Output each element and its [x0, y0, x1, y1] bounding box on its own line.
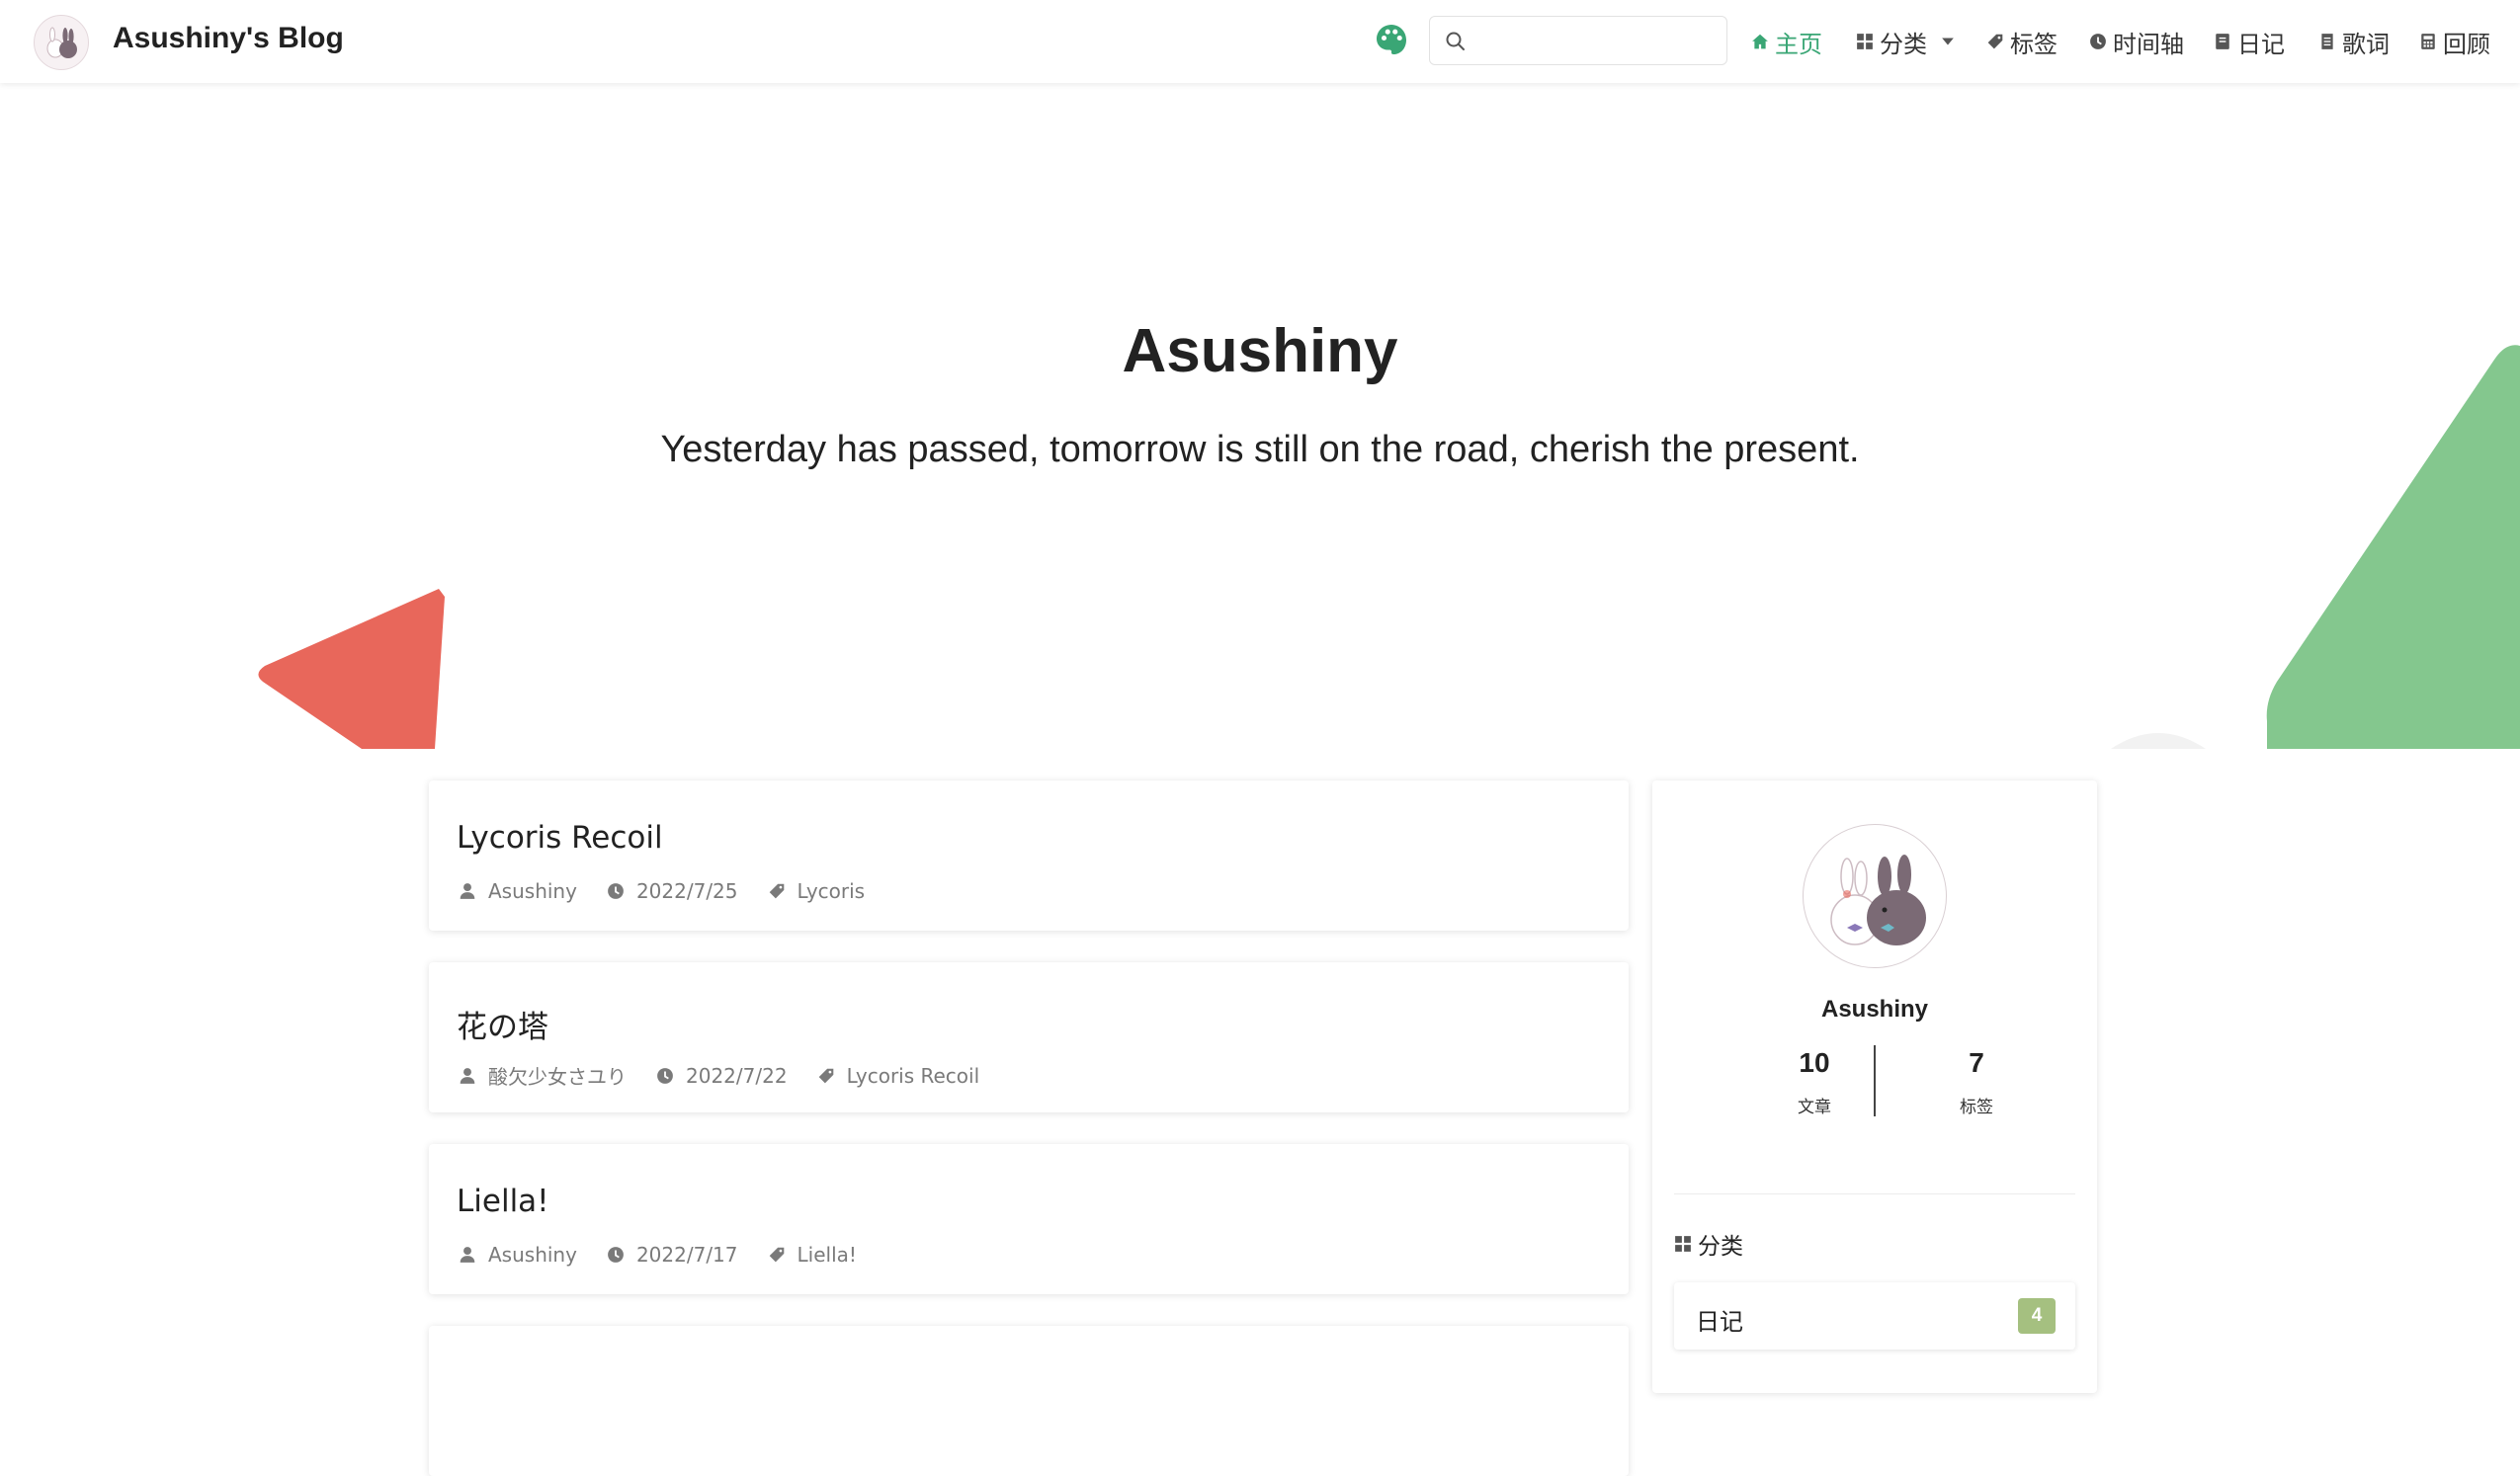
user-icon: [460, 1247, 475, 1263]
post-card[interactable]: [429, 1326, 1629, 1476]
post-card[interactable]: Lycoris Recoil Asushiny 2022/7/25 Lycori…: [429, 780, 1629, 931]
hero-title: Asushiny: [1122, 317, 1398, 385]
post-tag[interactable]: Lycoris Recoil: [817, 1064, 980, 1088]
category-name: 日记: [1696, 1308, 1743, 1336]
post-tag-text[interactable]: Liella!: [798, 1243, 857, 1267]
clock-icon: [2090, 34, 2106, 49]
profile-name: Asushiny: [1820, 996, 1929, 1023]
post-author: 酸欠少女さユり: [459, 1061, 627, 1090]
categories-heading: 分类: [1674, 1227, 1743, 1261]
green-triangle-shape: [2266, 345, 2520, 749]
nav-item-diary[interactable]: 日记: [2214, 26, 2285, 58]
nav-label: 标签: [2010, 30, 2058, 58]
tag-icon: [769, 883, 784, 899]
clock-icon: [608, 883, 624, 899]
nav-label: 回顾: [2443, 30, 2490, 58]
user-icon: [460, 1067, 475, 1084]
clock-icon: [657, 1067, 673, 1084]
stat-divider: [1874, 1045, 1876, 1116]
stat-label: 标签: [1960, 1098, 1993, 1117]
nav-label: 时间轴: [2113, 30, 2184, 58]
stat-tags[interactable]: 7 标签: [1917, 1047, 2036, 1117]
grey-circle-shape: [2111, 733, 2206, 749]
grid-icon: [1857, 34, 1873, 49]
search-input[interactable]: [1477, 25, 1719, 58]
hero-decoration: [258, 345, 2520, 749]
chevron-down-icon: [1942, 38, 1954, 45]
categories-heading-text: 分类: [1698, 1234, 1743, 1260]
nav-item-review[interactable]: 回顾: [2419, 26, 2490, 58]
post-author: Asushiny: [459, 1243, 577, 1267]
post-author-name: Asushiny: [488, 1243, 577, 1267]
post-meta: Asushiny 2022/7/17 Liella!: [459, 1243, 886, 1267]
hero-subtitle: Yesterday has passed, tomorrow is still …: [660, 429, 1860, 470]
stat-value: 10: [1799, 1047, 1830, 1078]
post-date-text: 2022/7/17: [635, 1243, 738, 1267]
search-box: [1429, 16, 1727, 65]
grid-icon: [1675, 1236, 1691, 1252]
category-item[interactable]: 日记 4: [1674, 1282, 2075, 1350]
post-date: 2022/7/22: [656, 1064, 788, 1088]
red-triangle-shape: [258, 589, 445, 749]
divider: [1674, 1193, 2075, 1194]
nav-item-lyrics[interactable]: 歌词: [2318, 26, 2390, 58]
site-title[interactable]: Asushiny's Blog: [113, 22, 344, 55]
nav-item-home[interactable]: 主页: [1751, 26, 1822, 58]
navbar: Asushiny's Blog 主页 分类 标签 时间轴 日记 歌词 回顾: [0, 0, 2520, 83]
tag-icon: [769, 1247, 784, 1263]
document-icon: [2321, 34, 2333, 49]
avatar: [1803, 824, 1947, 968]
hero-banner: Asushiny Yesterday has passed, tomorrow …: [0, 83, 2520, 749]
site-logo-avatar[interactable]: [34, 15, 89, 70]
post-meta: 酸欠少女さユり 2022/7/22 Lycoris Recoil: [459, 1061, 1009, 1090]
post-tag-text[interactable]: Lycoris: [798, 879, 866, 903]
post-card[interactable]: Liella! Asushiny 2022/7/17 Liella!: [429, 1144, 1629, 1294]
nav-item-categories[interactable]: 分类: [1856, 26, 1955, 58]
palette-icon[interactable]: [1374, 22, 1409, 57]
post-author-name: 酸欠少女さユり: [488, 1065, 627, 1089]
post-author: Asushiny: [459, 879, 577, 903]
post-date-text: 2022/7/25: [635, 879, 738, 903]
nav-item-tags[interactable]: 标签: [1986, 26, 2058, 58]
post-title[interactable]: Liella!: [457, 1184, 549, 1219]
post-tag[interactable]: Liella!: [768, 1243, 857, 1267]
post-tag-text[interactable]: Lycoris Recoil: [847, 1064, 980, 1088]
category-count-badge: 4: [2018, 1298, 2056, 1334]
post-title[interactable]: Lycoris Recoil: [457, 820, 663, 856]
user-icon: [460, 883, 475, 899]
stat-value: 7: [1969, 1047, 1984, 1078]
home-icon: [1752, 34, 1768, 49]
nav-label: 日记: [2237, 30, 2285, 58]
post-date: 2022/7/25: [607, 879, 738, 903]
nav-label: 主页: [1775, 30, 1822, 58]
bunny-logo-icon: [46, 27, 77, 58]
stat-label: 文章: [1798, 1098, 1831, 1117]
stat-articles[interactable]: 10 文章: [1755, 1047, 1874, 1117]
post-date: 2022/7/17: [607, 1243, 738, 1267]
post-card[interactable]: 花の塔 酸欠少女さユり 2022/7/22 Lycoris Recoil: [429, 962, 1629, 1112]
notebook-icon: [2216, 34, 2229, 49]
nav-item-timeline[interactable]: 时间轴: [2089, 26, 2184, 58]
post-author-name: Asushiny: [488, 879, 577, 903]
nav-label: 歌词: [2342, 30, 2390, 58]
tag-icon: [1987, 34, 2003, 49]
bunny-avatar-icon: [1830, 855, 1926, 945]
nav-label: 分类: [1880, 30, 1927, 58]
calculator-icon: [2421, 34, 2435, 49]
post-meta: Asushiny 2022/7/25 Lycoris: [459, 879, 894, 903]
post-tag[interactable]: Lycoris: [768, 879, 866, 903]
post-date-text: 2022/7/22: [686, 1063, 788, 1088]
profile-card: Asushiny 10 文章 7 标签 分类 日记 4: [1652, 780, 2097, 1393]
tag-icon: [818, 1068, 833, 1083]
search-icon: [1446, 32, 1465, 50]
clock-icon: [608, 1247, 624, 1263]
post-title[interactable]: 花の塔: [457, 1002, 548, 1046]
